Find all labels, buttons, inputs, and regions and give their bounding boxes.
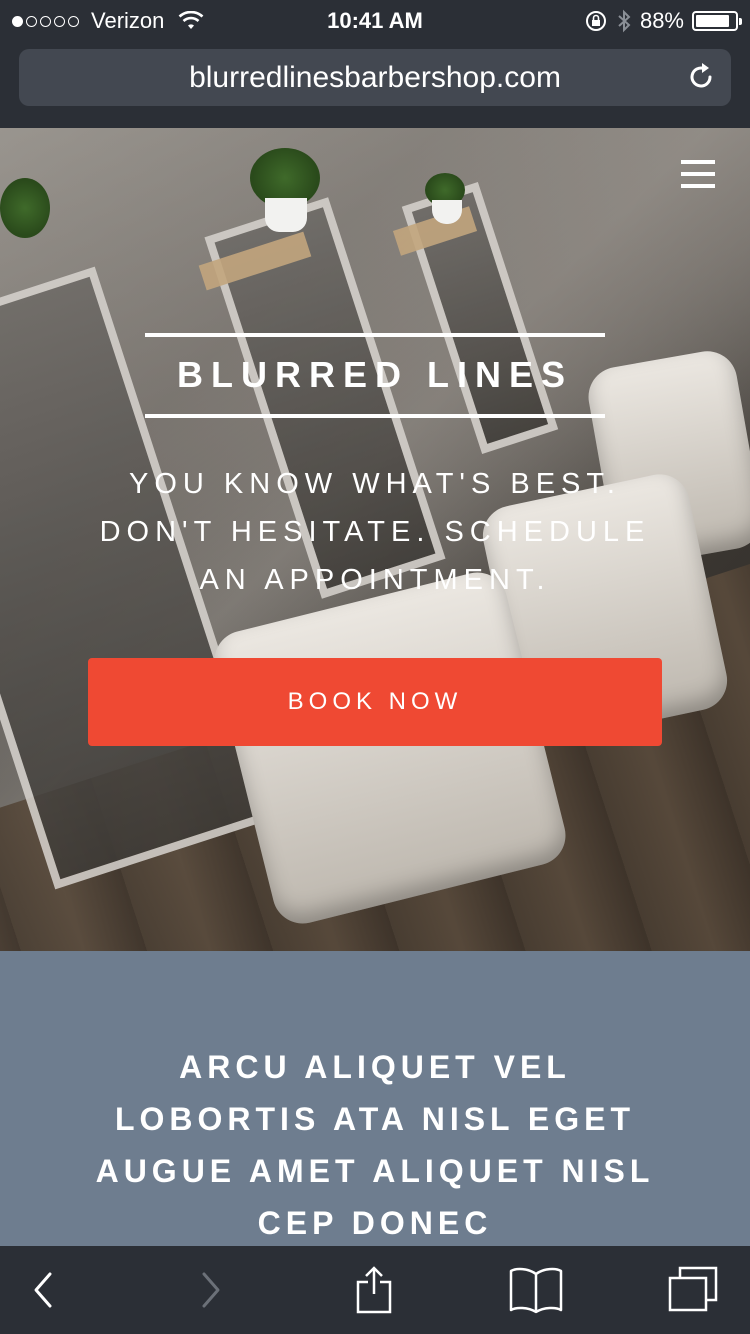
chevron-right-icon[interactable] (186, 1266, 234, 1314)
heading-line: AUGUE AMET ALIQUET NISL (95, 1153, 655, 1189)
tagline-line: YOU KNOW WHAT'S BEST. (129, 468, 621, 500)
brand-rule-top (145, 333, 605, 337)
reload-icon[interactable] (685, 61, 717, 93)
hero-section: BLURRED LINES YOU KNOW WHAT'S BEST. DON'… (0, 128, 750, 951)
battery-percent: 88% (639, 8, 684, 33)
book-now-button[interactable]: BOOK NOW (88, 658, 662, 746)
status-right: 88% (584, 8, 742, 34)
heading-line: ARCU ALIQUET VEL (179, 1049, 571, 1085)
heading-line: CEP DONEC (257, 1205, 493, 1241)
tabs-icon[interactable] (666, 1266, 722, 1314)
bluetooth-icon (618, 9, 631, 33)
status-bar: Verizon 10:41 AM 88% (0, 0, 750, 40)
tagline-line: DON'T HESITATE. SCHEDULE (99, 516, 651, 548)
heading-line: LOBORTIS ATA NISL EGET (114, 1101, 636, 1137)
brand-rule-bottom (145, 414, 605, 418)
share-icon[interactable] (350, 1266, 398, 1314)
info-section: ARCU ALIQUET VEL LOBORTIS ATA NISL EGET … (0, 951, 750, 1246)
browser-address-area: blurredlinesbarbershop.com (0, 40, 750, 128)
brand-title: BLURRED LINES (176, 354, 573, 395)
chevron-left-icon[interactable] (20, 1266, 68, 1314)
hero-content: BLURRED LINES YOU KNOW WHAT'S BEST. DON'… (0, 128, 750, 951)
book-icon[interactable] (508, 1266, 564, 1314)
browser-toolbar (0, 1246, 750, 1334)
orientation-lock-icon (585, 11, 606, 31)
battery-icon (692, 11, 742, 31)
tagline-line: AN APPOINTMENT. (199, 564, 551, 596)
hero-tagline: YOU KNOW WHAT'S BEST. DON'T HESITATE. SC… (60, 460, 690, 604)
battery-level (696, 15, 730, 27)
address-bar[interactable]: blurredlinesbarbershop.com (19, 49, 731, 106)
url-text[interactable]: blurredlinesbarbershop.com (19, 61, 731, 95)
section-heading: ARCU ALIQUET VEL LOBORTIS ATA NISL EGET … (40, 1041, 710, 1249)
